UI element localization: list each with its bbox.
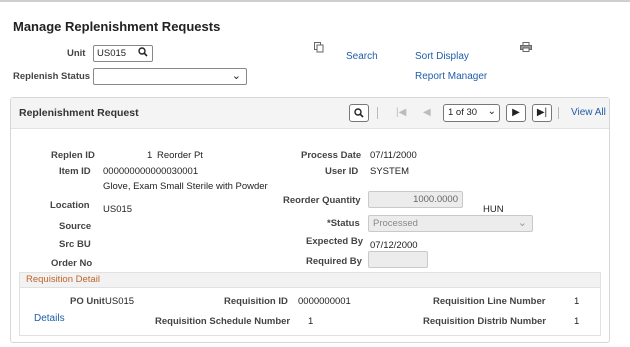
item-id-label: Item ID (59, 166, 91, 177)
last-page-icon: ▶| (536, 107, 548, 118)
src-bu-label: Src BU (59, 239, 91, 250)
find-button[interactable] (349, 104, 369, 122)
replen-id-label: Replen ID (51, 150, 95, 161)
status-label: *Status (327, 218, 360, 229)
reorder-quantity-value: 1000.0000 (413, 194, 458, 205)
required-by-label: Required By (306, 256, 362, 267)
status-select: Processed ⌄ (368, 215, 533, 232)
divider (558, 107, 559, 119)
requisition-schedule-label: Requisition Schedule Number (155, 316, 291, 327)
printer-icon[interactable] (520, 42, 532, 55)
replen-id-value: 1 (147, 150, 153, 161)
requisition-detail-title: Requisition Detail (26, 274, 100, 285)
next-page-icon: ▶ (512, 107, 520, 118)
copy-icon[interactable] (314, 42, 324, 56)
replenish-status-label: Replenish Status (13, 71, 91, 82)
uom-value: HUN (483, 204, 504, 215)
expected-by-value: 07/12/2000 (370, 240, 418, 251)
po-unit-value: US015 (105, 296, 135, 307)
replenish-status-select[interactable]: ⌄ (93, 68, 247, 85)
unit-value: US015 (97, 48, 127, 59)
source-label: Source (59, 221, 92, 232)
replenishment-request-panel: Replenishment Request |◀ ◀ 1 of 30 ⌄ ▶ ▶… (10, 97, 610, 343)
location-value: US015 (103, 204, 133, 215)
view-all-link[interactable]: View All (571, 107, 606, 118)
panel-header: Replenishment Request |◀ ◀ 1 of 30 ⌄ ▶ ▶… (11, 98, 609, 129)
next-page-button[interactable]: ▶ (506, 104, 526, 122)
requisition-distrib-value: 1 (574, 316, 580, 327)
requisition-line-label: Requisition Line Number (433, 296, 546, 307)
location-label: Location (50, 200, 90, 211)
details-link[interactable]: Details (34, 313, 65, 324)
top-border (0, 0, 630, 2)
divider (377, 107, 378, 119)
expected-by-label: Expected By (306, 236, 364, 247)
search-link[interactable]: Search (346, 51, 378, 62)
unit-input[interactable]: US015 (93, 45, 153, 62)
user-id-value: SYSTEM (370, 166, 410, 177)
item-id-value: 000000000000030001 (103, 166, 199, 177)
order-no-label: Order No (51, 258, 93, 269)
unit-label: Unit (67, 48, 86, 59)
required-by-field (368, 251, 428, 268)
requisition-detail-panel: Requisition Detail PO Unit US015 Requisi… (19, 272, 601, 336)
reorder-quantity-field: 1000.0000 (368, 191, 463, 208)
previous-page-icon[interactable]: ◀ (423, 107, 431, 118)
status-value: Processed (373, 218, 418, 229)
requisition-distrib-label: Requisition Distrib Number (423, 316, 546, 327)
reorder-quantity-label: Reorder Quantity (283, 195, 361, 206)
chevron-down-icon: ⌄ (517, 217, 527, 229)
process-date-value: 07/11/2000 (370, 150, 417, 161)
page-title: Manage Replenishment Requests (13, 19, 221, 34)
requisition-schedule-value: 1 (308, 316, 314, 327)
search-icon[interactable] (138, 47, 148, 60)
report-manager-link[interactable]: Report Manager (415, 71, 487, 82)
process-date-label: Process Date (301, 150, 362, 161)
search-icon (354, 108, 364, 118)
requisition-id-value: 0000000001 (298, 296, 351, 307)
pager-select[interactable]: 1 of 30 ⌄ (443, 104, 500, 122)
panel-title: Replenishment Request (19, 107, 139, 119)
pager-value: 1 of 30 (448, 107, 478, 118)
requisition-id-label: Requisition ID (224, 296, 288, 307)
sort-display-link[interactable]: Sort Display (415, 51, 469, 62)
item-description: Glove, Exam Small Sterile with Powder (103, 181, 268, 192)
user-id-label: User ID (325, 166, 359, 177)
first-page-icon[interactable]: |◀ (396, 107, 406, 118)
chevron-down-icon: ⌄ (487, 106, 496, 117)
po-unit-label: PO Unit (70, 296, 105, 307)
last-page-button[interactable]: ▶| (532, 104, 552, 122)
requisition-line-value: 1 (574, 296, 580, 307)
requisition-detail-header: Requisition Detail (20, 273, 600, 288)
replen-type-value: Reorder Pt (157, 150, 203, 161)
chevron-down-icon: ⌄ (231, 70, 241, 82)
